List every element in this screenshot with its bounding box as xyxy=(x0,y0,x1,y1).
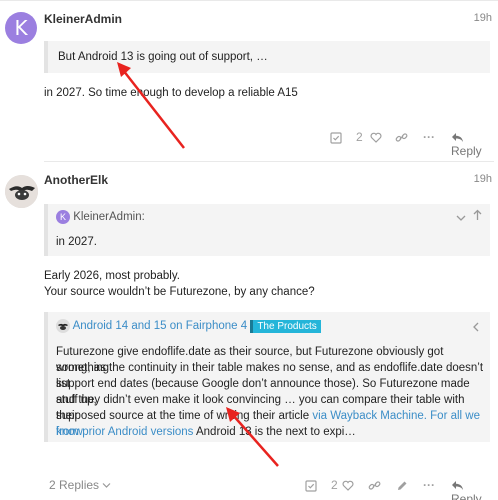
annotation-arrows xyxy=(117,62,279,467)
annotation-arrow xyxy=(117,62,185,149)
annotation-arrow xyxy=(226,407,279,467)
